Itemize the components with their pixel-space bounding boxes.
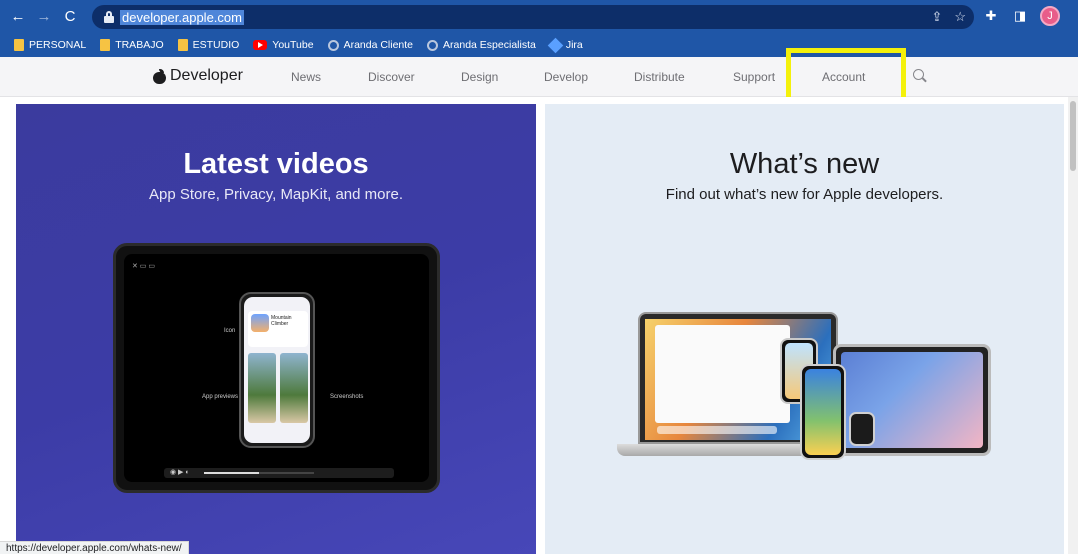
nav-news[interactable]: News [291,70,321,84]
dock [657,426,777,434]
bookmark-label: Aranda Especialista [443,39,536,51]
bookmarks-bar: PERSONAL TRABAJO ESTUDIO YouTube Aranda … [0,33,1078,57]
bookmark-label: PERSONAL [29,39,87,51]
folder-icon [14,39,24,51]
iphone-mockup: Mountain Climber [239,292,315,448]
nav-develop[interactable]: Develop [544,70,588,84]
share-icon[interactable]: ⇪ [931,9,942,25]
aranda-icon [427,39,439,51]
video-progress[interactable] [204,472,314,474]
aranda-icon [327,39,339,51]
status-bar-url: https://developer.apple.com/whats-new/ [0,541,189,554]
youtube-icon [253,40,268,50]
puzzle-icon[interactable]: ✚ [982,8,1000,24]
page-scrollbar[interactable] [1068,97,1078,554]
screenshot-thumb [280,353,308,423]
brand-label: Developer [170,67,243,84]
nav-discover[interactable]: Discover [368,70,415,84]
bookmark-trabajo[interactable]: TRABAJO [100,39,164,51]
xcode-window [655,325,790,423]
ipad-label-screenshots: Screenshots [330,394,364,400]
folder-icon [177,39,188,51]
nav-design[interactable]: Design [461,70,498,84]
apple-watch-mockup [849,412,875,446]
developer-navbar: Developer News Discover Design Develop D… [0,57,1078,97]
whats-new-tile[interactable]: What’s new Find out what’s new for Apple… [545,104,1064,554]
ipad-label-previews: App previews [202,394,239,400]
ipad-window-controls: ✕ ▭ ▭ [132,263,155,270]
bookmark-label: Aranda Cliente [343,39,414,51]
latest-videos-subtitle: App Store, Privacy, MapKit, and more. [149,186,403,203]
app-name: Mountain Climber [271,315,292,327]
screenshot-thumb [248,353,276,423]
bookmark-estudio[interactable]: ESTUDIO [177,39,240,51]
ipad-mockup: ✕ ▭ ▭ Icon App previews Screenshots Moun… [113,243,440,493]
bookmark-label: YouTube [272,39,314,51]
latest-videos-tile[interactable]: Latest videos App Store, Privacy, MapKit… [16,104,536,554]
reload-icon: C [64,8,76,25]
sidepanel-icon[interactable]: ◨ [1011,8,1029,24]
play-icon[interactable]: ◉ ▶ ◐ [170,468,190,476]
bookmark-label: TRABAJO [115,39,164,51]
arrow-right-icon: → [36,8,52,25]
nav-distribute[interactable]: Distribute [634,70,685,84]
arrow-left-icon: ← [10,8,26,25]
jira-icon [547,37,564,53]
folder-icon [100,39,111,51]
bookmark-aranda-cliente[interactable]: Aranda Cliente [327,39,414,51]
ipad-label-icon: Icon [224,328,236,334]
iphone-mockup-front [800,364,846,460]
back-button[interactable]: ← [8,7,28,27]
account-highlight-box [786,48,906,104]
avatar[interactable]: J [1040,6,1060,26]
whats-new-subtitle: Find out what’s new for Apple developers… [665,186,944,203]
forward-button[interactable]: → [34,7,54,27]
bookmark-youtube[interactable]: YouTube [253,39,314,51]
bookmark-personal[interactable]: PERSONAL [14,39,86,51]
avatar-initial: J [1047,10,1053,22]
latest-videos-title: Latest videos [183,148,369,180]
url-text[interactable]: developer.apple.com [120,9,244,25]
apple-logo-icon [153,68,166,84]
bookmark-label: ESTUDIO [192,39,240,51]
lock-icon [104,11,114,23]
app-icon [251,314,269,332]
menu-icon[interactable]: ⋮ [1071,8,1078,24]
search-icon[interactable] [913,69,924,80]
whats-new-title: What’s new [729,148,880,180]
reload-button[interactable]: C [60,7,80,27]
scrollbar-thumb[interactable] [1070,101,1076,171]
bookmark-jira[interactable]: Jira [547,37,583,53]
bookmark-aranda-especialista[interactable]: Aranda Especialista [427,39,536,51]
nav-support[interactable]: Support [733,70,775,84]
bookmark-label: Jira [565,39,583,51]
address-bar[interactable]: developer.apple.com ⇪ ☆ [92,5,974,29]
video-controls[interactable]: ◉ ▶ ◐ [164,468,394,478]
developer-logo[interactable]: Developer [153,67,243,85]
star-icon[interactable]: ☆ [954,9,966,25]
